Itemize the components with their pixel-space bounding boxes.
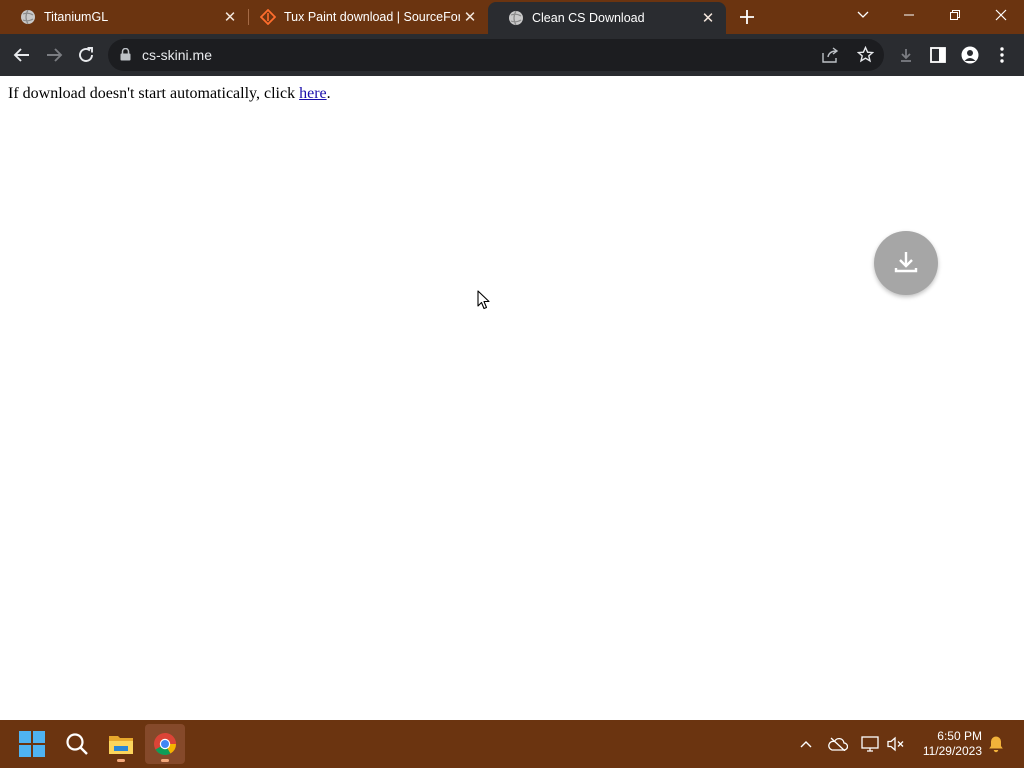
file-explorer-button[interactable] <box>101 724 141 764</box>
downloads-button[interactable] <box>890 39 922 71</box>
tab-strip: TitaniumGL ✕ Tux Paint download | Source… <box>0 0 1024 34</box>
globe-icon <box>20 9 36 25</box>
search-icon <box>66 733 88 755</box>
chevron-up-icon <box>800 741 812 748</box>
clock-time: 6:50 PM <box>937 729 982 743</box>
volume-muted-icon[interactable] <box>884 732 908 756</box>
arrow-right-icon <box>47 48 63 62</box>
new-tab-button[interactable] <box>734 5 760 29</box>
onedrive-icon[interactable] <box>826 732 850 756</box>
start-button[interactable] <box>12 724 52 764</box>
close-window-button[interactable] <box>978 0 1024 30</box>
download-icon <box>901 49 911 62</box>
download-floating-button[interactable] <box>874 231 938 295</box>
back-button[interactable] <box>6 39 38 71</box>
kebab-menu-icon <box>1000 47 1004 63</box>
bookmark-star-icon[interactable] <box>856 45 875 68</box>
tab-close-button[interactable]: ✕ <box>698 8 718 28</box>
tab-search-button[interactable] <box>840 0 886 30</box>
globe-icon <box>508 10 524 26</box>
address-bar[interactable]: cs-skini.me <box>108 39 884 71</box>
message-suffix: . <box>326 85 331 102</box>
close-icon <box>995 9 1007 21</box>
profile-button[interactable] <box>954 39 986 71</box>
lock-icon[interactable] <box>120 47 131 66</box>
running-indicator <box>117 759 125 762</box>
taskbar-clock[interactable]: 6:50 PM 11/29/2023 <box>914 729 982 759</box>
mouse-pointer <box>477 290 490 315</box>
avatar-icon <box>961 46 979 64</box>
running-indicator <box>161 759 169 762</box>
restore-icon <box>950 10 960 20</box>
chrome-button[interactable] <box>145 724 185 764</box>
message-prefix: If download doesn't start automatically,… <box>8 85 300 102</box>
sourceforge-icon <box>260 9 276 25</box>
tab-clean-cs-download[interactable]: Clean CS Download ✕ <box>488 2 726 34</box>
tab-tux-paint[interactable]: Tux Paint download | SourceForge ✕ <box>240 0 488 34</box>
taskbar: 6:50 PM 11/29/2023 <box>0 720 1024 768</box>
download-here-link[interactable]: here <box>299 85 327 102</box>
tab-close-button[interactable]: ✕ <box>460 7 480 27</box>
share-icon[interactable] <box>822 47 839 68</box>
chevron-down-icon <box>857 11 869 18</box>
download-icon <box>894 252 918 273</box>
network-icon[interactable] <box>858 732 882 756</box>
minimize-icon <box>904 14 914 16</box>
arrow-left-icon <box>13 48 29 62</box>
tab-titaniumgl[interactable]: TitaniumGL ✕ <box>0 0 248 34</box>
tab-close-button[interactable]: ✕ <box>220 7 240 27</box>
notification-bell-icon[interactable] <box>984 732 1008 756</box>
folder-icon <box>109 736 133 754</box>
download-message: If download doesn't start automatically,… <box>8 85 331 103</box>
minimize-button[interactable] <box>886 0 932 30</box>
show-hidden-icons-button[interactable] <box>794 732 818 756</box>
plus-icon <box>740 10 754 24</box>
menu-button[interactable] <box>986 39 1018 71</box>
chrome-icon <box>154 733 176 755</box>
browser-toolbar: cs-skini.me <box>0 34 1024 76</box>
tab-title: Clean CS Download <box>532 11 645 25</box>
forward-button[interactable] <box>38 39 70 71</box>
reload-icon <box>79 47 93 62</box>
clock-date: 11/29/2023 <box>922 744 982 758</box>
side-panel-icon <box>930 47 946 63</box>
reload-button[interactable] <box>70 39 102 71</box>
tab-title: Tux Paint download | SourceForge <box>284 10 460 24</box>
windows-logo-icon <box>19 731 45 757</box>
restore-button[interactable] <box>932 0 978 30</box>
page-content: If download doesn't start automatically,… <box>0 76 1024 720</box>
url-text: cs-skini.me <box>142 47 213 63</box>
tab-title: TitaniumGL <box>44 10 109 24</box>
search-button[interactable] <box>57 724 97 764</box>
side-panel-button[interactable] <box>922 39 954 71</box>
